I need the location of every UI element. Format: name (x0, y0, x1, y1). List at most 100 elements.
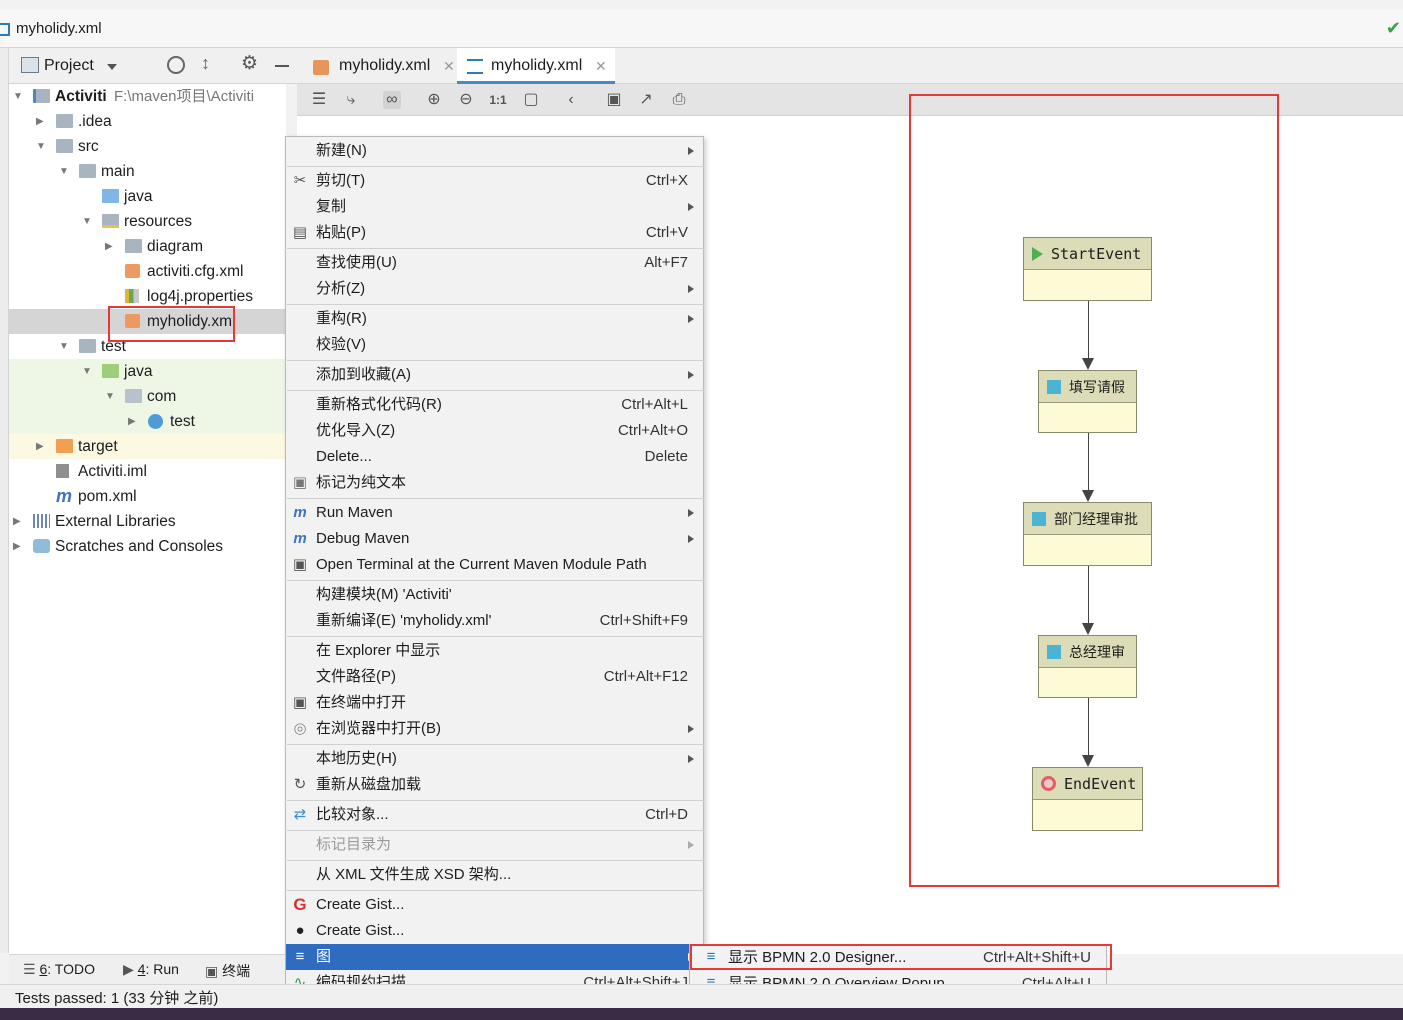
close-icon[interactable]: ✕ (595, 48, 607, 84)
menu-item[interactable]: 添加到收藏(A) (286, 362, 703, 388)
layout-icon[interactable]: ‹ (562, 91, 580, 109)
chevron-down-icon[interactable]: ▼ (36, 134, 48, 159)
tree-row[interactable]: ▶ test (9, 409, 286, 434)
menu-item[interactable]: 查找使用(U) Alt+F7 (286, 250, 703, 276)
menu-item[interactable]: m Run Maven (286, 500, 703, 526)
menu-item[interactable]: 构建模块(M) 'Activiti' (286, 582, 703, 608)
collapse-icon[interactable]: ↕ (201, 53, 210, 74)
tree-row[interactable]: java (9, 184, 286, 209)
menu-item[interactable]: ▣ Open Terminal at the Current Maven Modu… (286, 552, 703, 578)
menu-item[interactable]: ↻ 重新从磁盘加载 (286, 772, 703, 798)
chevron-right-icon[interactable]: ▶ (13, 509, 25, 534)
chevron-right-icon[interactable]: ▶ (105, 234, 117, 259)
editor-tabs: myholidy.xml ✕ myholidy.xml ✕ (297, 48, 1403, 84)
tree-row-label: Activiti (55, 88, 107, 105)
chevron-down-icon[interactable]: ▼ (82, 209, 94, 234)
link-icon[interactable]: ∞ (383, 91, 401, 109)
tree-row[interactable]: ▼ src (9, 134, 286, 159)
tree-row[interactable]: Activiti.iml (9, 459, 286, 484)
edge-route-icon[interactable]: ⤷ (342, 91, 360, 109)
minimize-icon[interactable] (275, 65, 289, 67)
os-taskbar (0, 1008, 1403, 1020)
tree-row[interactable]: ▶ target (9, 434, 286, 459)
menu-item[interactable]: ● Create Gist... (286, 918, 703, 944)
project-view-selector[interactable]: Project (44, 57, 94, 75)
menu-item[interactable]: 复制 (286, 194, 703, 220)
close-icon[interactable]: ✕ (443, 48, 455, 84)
tree-row[interactable]: ▶ .idea (9, 109, 286, 134)
chevron-right-icon[interactable]: ▶ (36, 109, 48, 134)
menu-item[interactable]: 重构(R) (286, 306, 703, 332)
actual-size-icon[interactable]: 1:1 (489, 91, 507, 109)
terminal-tool-button[interactable]: ▣ 终端 (205, 961, 250, 981)
hammer-icon: ✔ (1385, 18, 1401, 38)
zoom-out-icon[interactable]: ⊖ (457, 91, 475, 109)
settings-sliders-icon[interactable]: ☰ (310, 91, 328, 109)
menu-item[interactable]: ▤ 粘贴(P) Ctrl+V (286, 220, 703, 246)
menu-item[interactable]: ⇄ 比较对象... Ctrl+D (286, 802, 703, 828)
chevron-down-icon[interactable]: ▼ (13, 84, 25, 109)
menu-item[interactable]: 校验(V) (286, 332, 703, 358)
diagram-icon (0, 23, 10, 36)
left-tool-strip[interactable] (0, 48, 9, 953)
chevron-down-icon[interactable]: ▼ (82, 359, 94, 384)
globe-icon: ◎ (293, 720, 307, 737)
menu-item[interactable]: ▣ 标记为纯文本 (286, 470, 703, 496)
menu-item-label: 重新编译(E) 'myholidy.xml' (316, 612, 492, 629)
menu-item[interactable]: 在 Explorer 中显示 (286, 638, 703, 664)
chevron-right-icon[interactable]: ▶ (13, 534, 25, 559)
menu-item[interactable]: ◎ 在浏览器中打开(B) (286, 716, 703, 742)
menu-item-label: 重构(R) (316, 310, 367, 327)
menu-item[interactable]: 优化导入(Z) Ctrl+Alt+O (286, 418, 703, 444)
todo-tool-button[interactable]: ☰ 6: TODO (23, 961, 95, 978)
menu-item-label: 从 XML 文件生成 XSD 架构... (316, 866, 512, 883)
menu-item[interactable]: 本地历史(H) (286, 746, 703, 772)
menu-item[interactable]: Delete... Delete (286, 444, 703, 470)
menu-item-label: 文件路径(P) (316, 668, 396, 685)
menu-item-label: 在 Explorer 中显示 (316, 642, 441, 659)
tree-row[interactable]: ▼ java (9, 359, 286, 384)
menu-item[interactable]: ✂ 剪切(T) Ctrl+X (286, 168, 703, 194)
tab-diagram[interactable]: myholidy.xml ✕ (457, 48, 615, 84)
tree-row[interactable]: ▼ main (9, 159, 286, 184)
run-tool-button[interactable]: ▶ 4: Run (123, 961, 179, 978)
zoom-in-icon[interactable]: ⊕ (425, 91, 443, 109)
menu-item[interactable]: m Debug Maven (286, 526, 703, 552)
menu-item[interactable]: 从 XML 文件生成 XSD 架构... (286, 862, 703, 888)
window-title: myholidy.xml (16, 20, 102, 37)
menu-item-label: Run Maven (316, 504, 393, 521)
project-tree[interactable]: ▼ Activiti F:\maven项目\Activiti ▶ .idea ▼ src ▼ m… (9, 84, 286, 954)
menu-item[interactable]: ▣ 在终端中打开 (286, 690, 703, 716)
tree-row[interactable]: ▼ com (9, 384, 286, 409)
tree-row[interactable]: m pom.xml (9, 484, 286, 509)
tree-row[interactable]: ▶ Scratches and Consoles (9, 534, 286, 559)
menu-item[interactable]: 重新编译(E) 'myholidy.xml' Ctrl+Shift+F9 (286, 608, 703, 634)
chevron-down-icon[interactable]: ▼ (105, 384, 117, 409)
tree-row[interactable]: ▶ External Libraries (9, 509, 286, 534)
chevron-down-icon[interactable] (107, 64, 117, 70)
export-icon[interactable]: ↗ (637, 91, 655, 109)
tab-xml-source[interactable]: myholidy.xml ✕ (305, 48, 455, 84)
tree-row[interactable]: activiti.cfg.xml (9, 259, 286, 284)
menu-item-label: 复制 (316, 198, 347, 215)
tree-row[interactable]: ▼ resources (9, 209, 286, 234)
tree-row[interactable]: ▼ Activiti F:\maven项目\Activiti (9, 84, 286, 109)
menu-item[interactable]: G Create Gist... (286, 892, 703, 918)
menu-item[interactable]: ≡ 图 (286, 944, 703, 970)
chevron-down-icon[interactable]: ▼ (59, 334, 71, 359)
menu-item[interactable]: 分析(Z) (286, 276, 703, 302)
menu-item[interactable]: 文件路径(P) Ctrl+Alt+F12 (286, 664, 703, 690)
gear-icon[interactable]: ⚙ (241, 52, 258, 75)
chevron-right-icon[interactable]: ▶ (36, 434, 48, 459)
chevron-down-icon[interactable]: ▼ (59, 159, 71, 184)
tree-row[interactable]: ▶ diagram (9, 234, 286, 259)
save-icon[interactable]: ▣ (605, 91, 623, 109)
chevron-right-icon[interactable]: ▶ (128, 409, 140, 434)
menu-item[interactable]: 新建(N) (286, 138, 703, 164)
fit-content-icon[interactable]: ▢ (522, 91, 540, 109)
locate-icon[interactable] (167, 56, 185, 74)
menu-separator (287, 860, 704, 861)
menu-item-shortcut: Delete (644, 448, 688, 465)
menu-item[interactable]: 重新格式化代码(R) Ctrl+Alt+L (286, 392, 703, 418)
print-icon[interactable]: ⎙ (670, 91, 688, 109)
